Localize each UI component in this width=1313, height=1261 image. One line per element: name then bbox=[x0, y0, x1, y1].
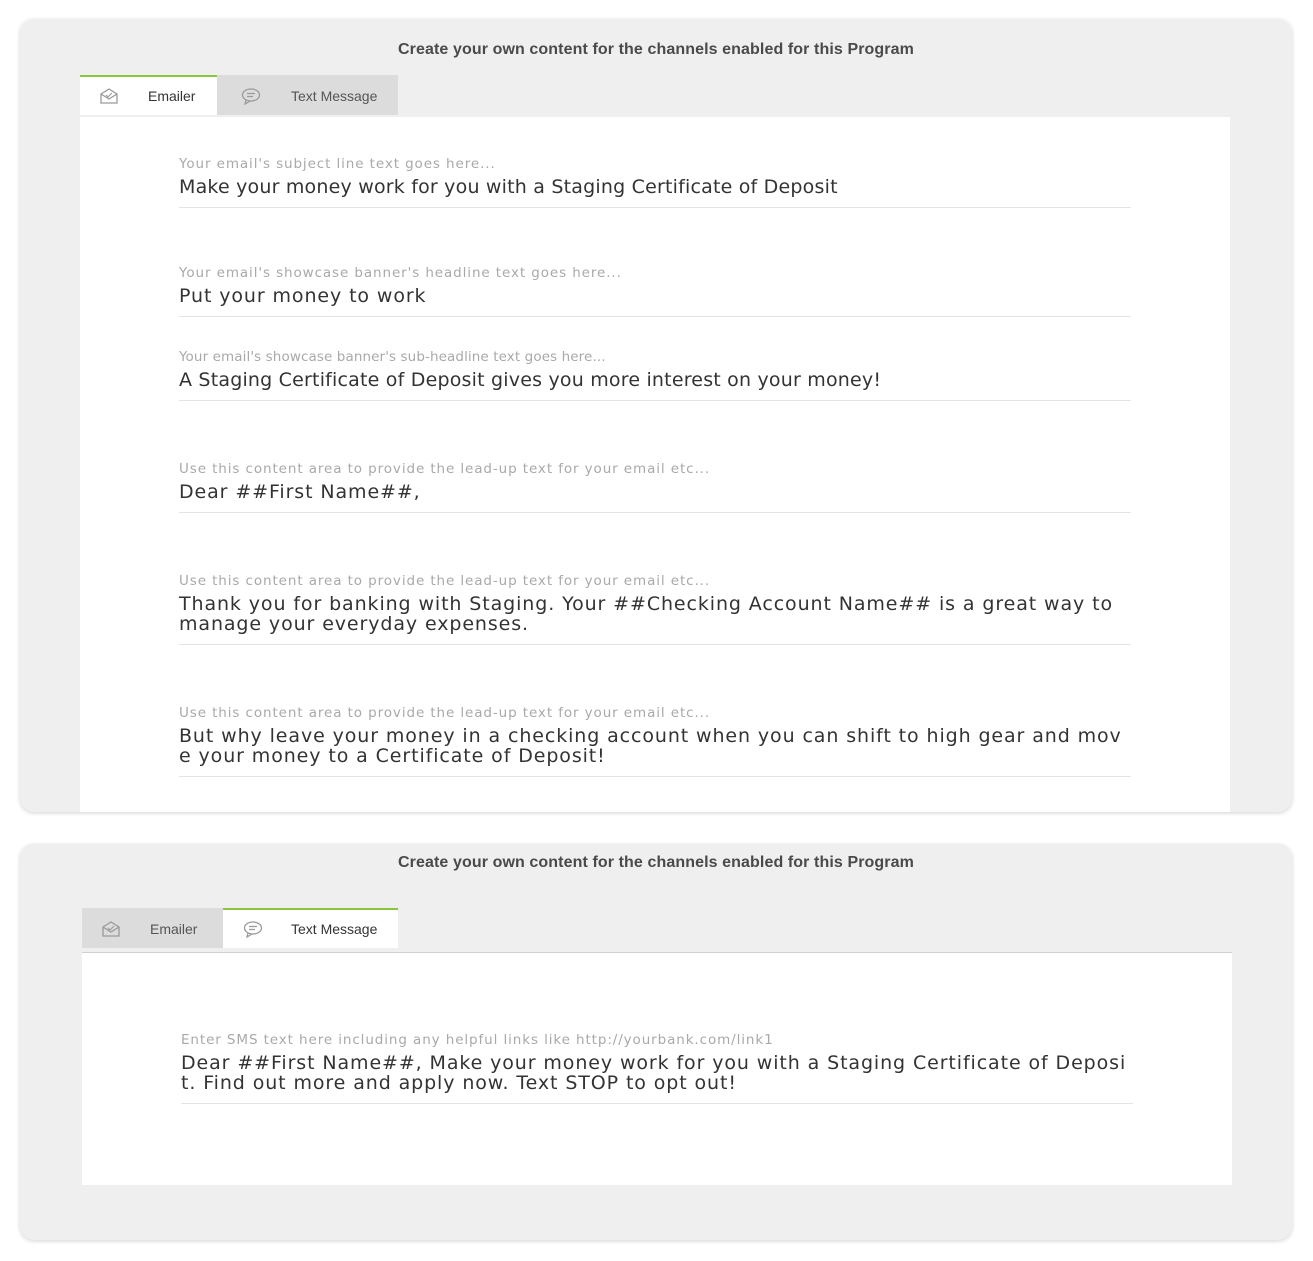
sms-text-field[interactable]: Enter SMS text here including any helpfu… bbox=[181, 1031, 1133, 1104]
emailer-content-area: Your email's subject line text goes here… bbox=[80, 117, 1230, 812]
banner-headline-field[interactable]: Your email's showcase banner's headline … bbox=[179, 264, 1131, 317]
tab-text-message[interactable]: Text Message bbox=[217, 75, 398, 115]
envelope-icon bbox=[101, 920, 121, 938]
banner-subheadline-field[interactable]: Your email's showcase banner's sub-headl… bbox=[179, 348, 1131, 401]
field-value[interactable]: Dear ##First Name##, Make your money wor… bbox=[181, 1053, 1133, 1093]
envelope-icon bbox=[99, 87, 119, 105]
tab-label: Emailer bbox=[148, 88, 196, 104]
chat-bubble-icon bbox=[241, 87, 261, 105]
field-value[interactable]: Make your money work for you with a Stag… bbox=[179, 177, 1131, 197]
field-value[interactable]: Dear ##First Name##, bbox=[179, 482, 1131, 502]
tab-text-message[interactable]: Text Message bbox=[223, 908, 398, 948]
field-placeholder: Enter SMS text here including any helpfu… bbox=[181, 1032, 774, 1048]
lead-up-text-field-3[interactable]: Use this content area to provide the lea… bbox=[179, 704, 1131, 777]
lead-up-text-field-2[interactable]: Use this content area to provide the lea… bbox=[179, 572, 1131, 645]
field-placeholder: Use this content area to provide the lea… bbox=[179, 461, 711, 477]
subject-line-field[interactable]: Your email's subject line text goes here… bbox=[179, 155, 1131, 208]
email-content-panel: Create your own content for the channels… bbox=[20, 19, 1292, 812]
text-message-content-area: Enter SMS text here including any helpfu… bbox=[82, 952, 1232, 1185]
field-value[interactable]: But why leave your money in a checking a… bbox=[179, 726, 1131, 766]
channel-tabs: Emailer Text Message bbox=[80, 75, 398, 117]
panel-title: Create your own content for the channels… bbox=[398, 41, 914, 58]
tab-label: Text Message bbox=[291, 921, 378, 937]
field-value[interactable]: Thank you for banking with Staging. Your… bbox=[179, 594, 1131, 634]
field-value[interactable]: Put your money to work bbox=[179, 286, 1131, 306]
tab-emailer[interactable]: Emailer bbox=[80, 75, 217, 115]
field-placeholder: Your email's showcase banner's sub-headl… bbox=[179, 349, 606, 365]
tab-label: Text Message bbox=[291, 88, 378, 104]
channel-tabs: Emailer Text Message bbox=[82, 908, 398, 950]
tab-label: Emailer bbox=[150, 921, 198, 937]
sms-content-panel: Create your own content for the channels… bbox=[20, 844, 1292, 1240]
lead-up-text-field-1[interactable]: Use this content area to provide the lea… bbox=[179, 460, 1131, 513]
field-placeholder: Use this content area to provide the lea… bbox=[179, 573, 711, 589]
chat-bubble-icon bbox=[243, 920, 263, 938]
field-placeholder: Use this content area to provide the lea… bbox=[179, 705, 711, 721]
field-placeholder: Your email's showcase banner's headline … bbox=[179, 265, 622, 281]
panel-title: Create your own content for the channels… bbox=[398, 854, 914, 871]
tab-emailer[interactable]: Emailer bbox=[82, 908, 223, 948]
field-placeholder: Your email's subject line text goes here… bbox=[179, 156, 496, 172]
field-value[interactable]: A Staging Certificate of Deposit gives y… bbox=[179, 370, 1131, 390]
